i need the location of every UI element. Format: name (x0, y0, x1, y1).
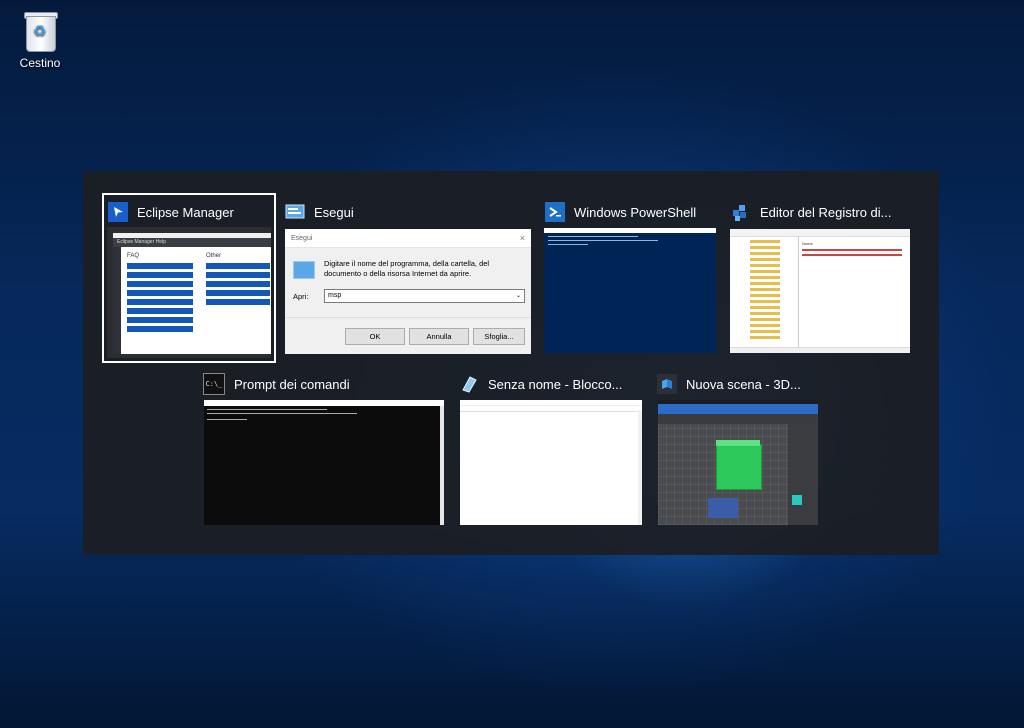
window-tile-header: Windows PowerShell (545, 201, 696, 223)
window-tile-registry-editor[interactable]: Editor del Registro di... Nome (727, 195, 913, 361)
window-preview (544, 228, 716, 353)
command-prompt-icon: C:\_ (203, 373, 225, 395)
eclipse-manager-icon (108, 202, 128, 222)
recycle-bin-label: Cestino (19, 56, 61, 70)
preview-other-heading: Other (206, 253, 222, 259)
window-preview (658, 400, 818, 525)
preview-description: Digitare il nome del programma, della ca… (324, 259, 490, 278)
preview-app-title: Eclipse Manager Help (113, 238, 271, 247)
window-title: Prompt dei comandi (234, 376, 350, 392)
recycle-bin[interactable]: ♻ Cestino (10, 6, 70, 70)
preview-dialog-title: Esegui (291, 234, 313, 242)
task-switcher: Eclipse Manager Eclipse Manager Help FAQ… (83, 171, 939, 555)
preview-open-label: Apri: (293, 292, 309, 301)
window-tile-header: Editor del Registro di... (731, 201, 892, 223)
run-dialog-icon (293, 261, 315, 279)
window-tile-header: Esegui (285, 201, 354, 223)
window-preview: Nome (730, 229, 910, 353)
window-tile-notepad[interactable]: Senza nome - Blocco... (455, 367, 647, 529)
window-title: Esegui (314, 204, 354, 220)
window-tile-header: Senza nome - Blocco... (459, 373, 622, 395)
paint-3d-icon (657, 374, 677, 394)
window-title: Editor del Registro di... (760, 204, 892, 220)
preview-ok-button: OK (345, 328, 405, 345)
window-preview: Esegui × Digitare il nome del programma, … (285, 229, 531, 354)
window-tile-header: Nuova scena - 3D... (657, 373, 801, 395)
powershell-icon (545, 202, 565, 222)
window-title: Nuova scena - 3D... (686, 376, 801, 392)
preview-cube (716, 444, 762, 490)
preview-faq-heading: FAQ (127, 253, 140, 259)
window-preview: Eclipse Manager Help FAQ Other (107, 227, 271, 358)
registry-editor-icon (731, 202, 751, 222)
window-tile-powershell[interactable]: Windows PowerShell (541, 195, 721, 361)
window-title: Senza nome - Blocco... (488, 376, 623, 392)
window-tile-esegui[interactable]: Esegui Esegui × Digitare il nome del prog… (281, 195, 533, 361)
preview-open-field: msp ⌄ (324, 289, 525, 303)
window-title: Eclipse Manager (137, 204, 234, 220)
window-tile-paint-3d[interactable]: Nuova scena - 3D... (653, 367, 823, 529)
window-tile-eclipse-manager[interactable]: Eclipse Manager Eclipse Manager Help FAQ… (102, 193, 276, 363)
window-preview (460, 400, 642, 525)
window-tile-command-prompt[interactable]: C:\_ Prompt dei comandi (199, 367, 449, 529)
window-title: Windows PowerShell (574, 204, 697, 220)
window-tile-header: C:\_ Prompt dei comandi (203, 373, 350, 395)
preview-cancel-button: Annulla (409, 328, 469, 345)
notepad-icon (459, 374, 479, 394)
recycle-bin-icon: ♻ (22, 10, 58, 52)
window-preview (204, 400, 444, 525)
run-icon (285, 202, 305, 222)
preview-browse-button: Sfoglia... (473, 328, 525, 345)
window-tile-header: Eclipse Manager (108, 201, 234, 223)
